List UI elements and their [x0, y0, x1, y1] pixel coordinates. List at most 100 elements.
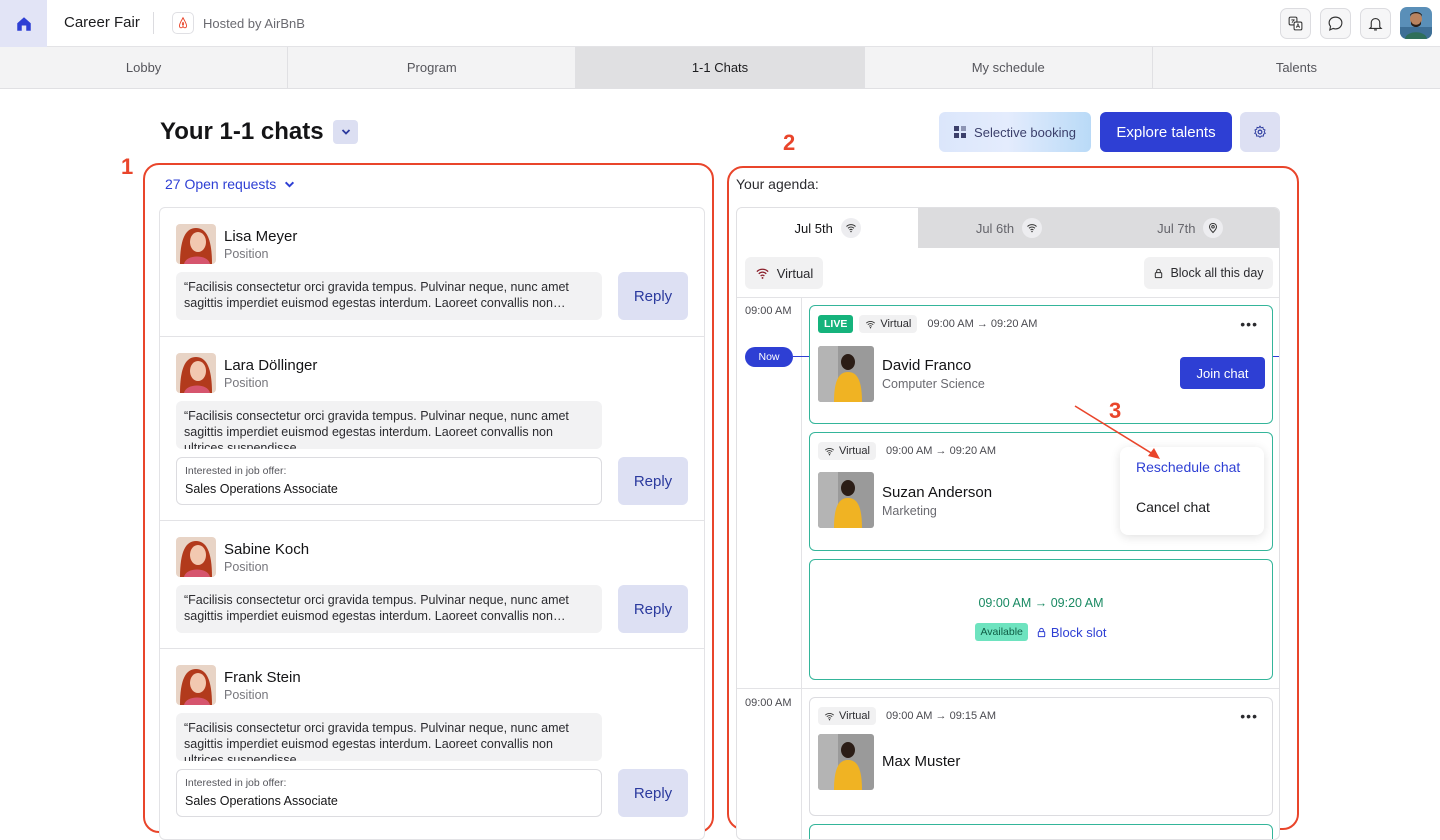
tab-talents[interactable]: Talents — [1153, 47, 1440, 88]
slot-name: David Franco — [882, 357, 972, 374]
slot-subtitle: Marketing — [882, 504, 937, 518]
requests-list: Lisa Meyer Position “Facilisis consectet… — [159, 207, 705, 840]
messages-button[interactable] — [1320, 8, 1351, 39]
tab-1-1-chats[interactable]: 1-1 Chats — [576, 47, 865, 88]
day-tab-label: Jul 6th — [975, 220, 1015, 236]
request-card: Lara Döllinger Position “Facilisis conse… — [160, 337, 704, 521]
day-tabs: Jul 5th Jul 6th Jul 7th — [737, 208, 1279, 248]
wifi-icon — [840, 218, 861, 238]
annotation-number-2: 2 — [783, 130, 796, 155]
settings-button[interactable] — [1240, 112, 1280, 152]
chevron-down-icon — [285, 181, 295, 188]
virtual-toggle[interactable]: Virtual — [745, 257, 823, 289]
agenda-slot[interactable]: Virtual 09:00 AM → 09:15 AM ••• Max Must… — [809, 697, 1273, 816]
home-icon — [16, 16, 31, 31]
slot-name: Suzan Anderson — [882, 484, 993, 501]
airbnb-logo-icon — [172, 12, 194, 34]
virtual-badge: Virtual — [818, 442, 876, 460]
request-name: Sabine Koch — [224, 541, 310, 558]
available-badge: Available — [975, 623, 1028, 641]
join-chat-button[interactable]: Join chat — [1180, 357, 1265, 389]
slot-name: Max Muster — [882, 753, 961, 770]
virtual-badge-label: Virtual — [839, 445, 870, 457]
block-slot-label: Block slot — [1050, 624, 1107, 640]
annotation-arrow — [1074, 405, 1160, 459]
day-tab-jul-6[interactable]: Jul 6th — [918, 208, 1099, 248]
home-button[interactable] — [0, 0, 47, 47]
request-card: Lisa Meyer Position “Facilisis consectet… — [160, 208, 704, 337]
now-indicator: Now — [745, 347, 793, 367]
request-message: “Facilisis consectetur orci gravida temp… — [176, 401, 602, 449]
lock-icon — [1155, 268, 1163, 278]
day-tab-jul-7[interactable]: Jul 7th — [1100, 208, 1279, 248]
location-pin-icon — [1203, 218, 1224, 238]
day-tab-label: Jul 7th — [1157, 220, 1196, 236]
lock-icon — [1037, 627, 1046, 637]
tab-my-schedule[interactable]: My schedule — [865, 47, 1153, 88]
reply-button[interactable]: Reply — [618, 272, 688, 320]
chat-icon — [1328, 16, 1343, 31]
avatar — [176, 353, 216, 393]
job-offer-field[interactable]: Interested in job offer: Sales Operation… — [176, 457, 602, 505]
tab-program[interactable]: Program — [288, 47, 577, 88]
agenda-slot[interactable]: LIVE Virtual 09:00 AM → 09:20 AM ••• Dav… — [809, 305, 1273, 424]
more-options-icon[interactable]: ••• — [1240, 316, 1258, 332]
virtual-badge: Virtual — [859, 315, 918, 333]
request-card: Frank Stein Position “Facilisis consecte… — [160, 649, 704, 839]
available-slot[interactable]: 09:00 AM → 09:20 AM Available Block slot — [809, 559, 1273, 680]
translate-button[interactable] — [1280, 8, 1311, 39]
request-name: Lara Döllinger — [224, 357, 318, 374]
translate-icon — [1288, 16, 1303, 31]
explore-talents-button[interactable]: Explore talents — [1100, 112, 1232, 152]
time-label: 09:00 AM — [745, 305, 792, 317]
bell-icon — [1368, 17, 1383, 31]
now-line — [793, 356, 809, 357]
slot-meta: LIVE Virtual 09:00 AM → 09:20 AM — [818, 315, 1037, 333]
request-message: “Facilisis consectetur orci gravida temp… — [176, 585, 602, 633]
day-tab-jul-5[interactable]: Jul 5th — [737, 208, 919, 248]
selective-booking-label: Selective booking — [974, 124, 1076, 140]
cancel-chat-menu-item[interactable]: Cancel chat — [1136, 499, 1210, 515]
slot-time: 09:00 AM → 09:20 AM — [927, 318, 1038, 330]
slot-time: 09:00 AM → 09:20 AM — [978, 596, 1104, 610]
more-options-icon[interactable]: ••• — [1240, 708, 1258, 724]
reply-button[interactable]: Reply — [618, 769, 688, 817]
selective-booking-button[interactable]: Selective booking — [939, 112, 1091, 152]
notifications-button[interactable] — [1360, 8, 1391, 39]
job-offer-label: Interested in job offer: — [185, 777, 287, 789]
reply-button[interactable]: Reply — [618, 585, 688, 633]
request-name: Lisa Meyer — [224, 228, 298, 245]
job-offer-value: Sales Operations Associate — [185, 794, 338, 808]
chevron-down-icon — [341, 129, 350, 135]
request-position: Position — [224, 376, 269, 390]
user-avatar[interactable] — [1400, 7, 1432, 39]
slot-time: 09:00 AM → 09:20 AM — [885, 445, 997, 457]
block-day-button[interactable]: Block all this day — [1144, 257, 1273, 289]
available-row: Available Block slot — [810, 623, 1272, 641]
block-slot-button[interactable]: Block slot — [1036, 625, 1107, 640]
gear-icon — [1254, 125, 1266, 138]
block-day-label: Block all this day — [1170, 266, 1264, 280]
agenda-slot[interactable] — [809, 824, 1273, 839]
time-label: 09:00 AM — [745, 697, 792, 709]
open-requests-toggle[interactable]: 27 Open requests — [165, 176, 295, 192]
virtual-badge-label: Virtual — [880, 318, 912, 330]
open-requests-label: 27 Open requests — [165, 176, 277, 192]
agenda-label: Your agenda: — [736, 176, 819, 192]
tab-lobby[interactable]: Lobby — [0, 47, 289, 88]
avatar — [818, 734, 874, 790]
grid-icon — [954, 126, 967, 138]
slot-subtitle: Computer Science — [882, 377, 985, 391]
request-position: Position — [224, 247, 269, 261]
avatar — [818, 346, 874, 402]
job-offer-field[interactable]: Interested in job offer: Sales Operation… — [176, 769, 602, 817]
reply-button[interactable]: Reply — [618, 457, 688, 505]
wifi-icon — [756, 268, 769, 279]
host-text: Hosted by AirBnB — [203, 16, 305, 31]
title-dropdown-button[interactable] — [333, 120, 358, 144]
request-message: “Facilisis consectetur orci gravida temp… — [176, 713, 602, 761]
live-badge: LIVE — [818, 315, 854, 333]
now-line — [1273, 356, 1279, 357]
request-message: “Facilisis consectetur orci gravida temp… — [176, 272, 602, 320]
request-position: Position — [224, 560, 269, 574]
